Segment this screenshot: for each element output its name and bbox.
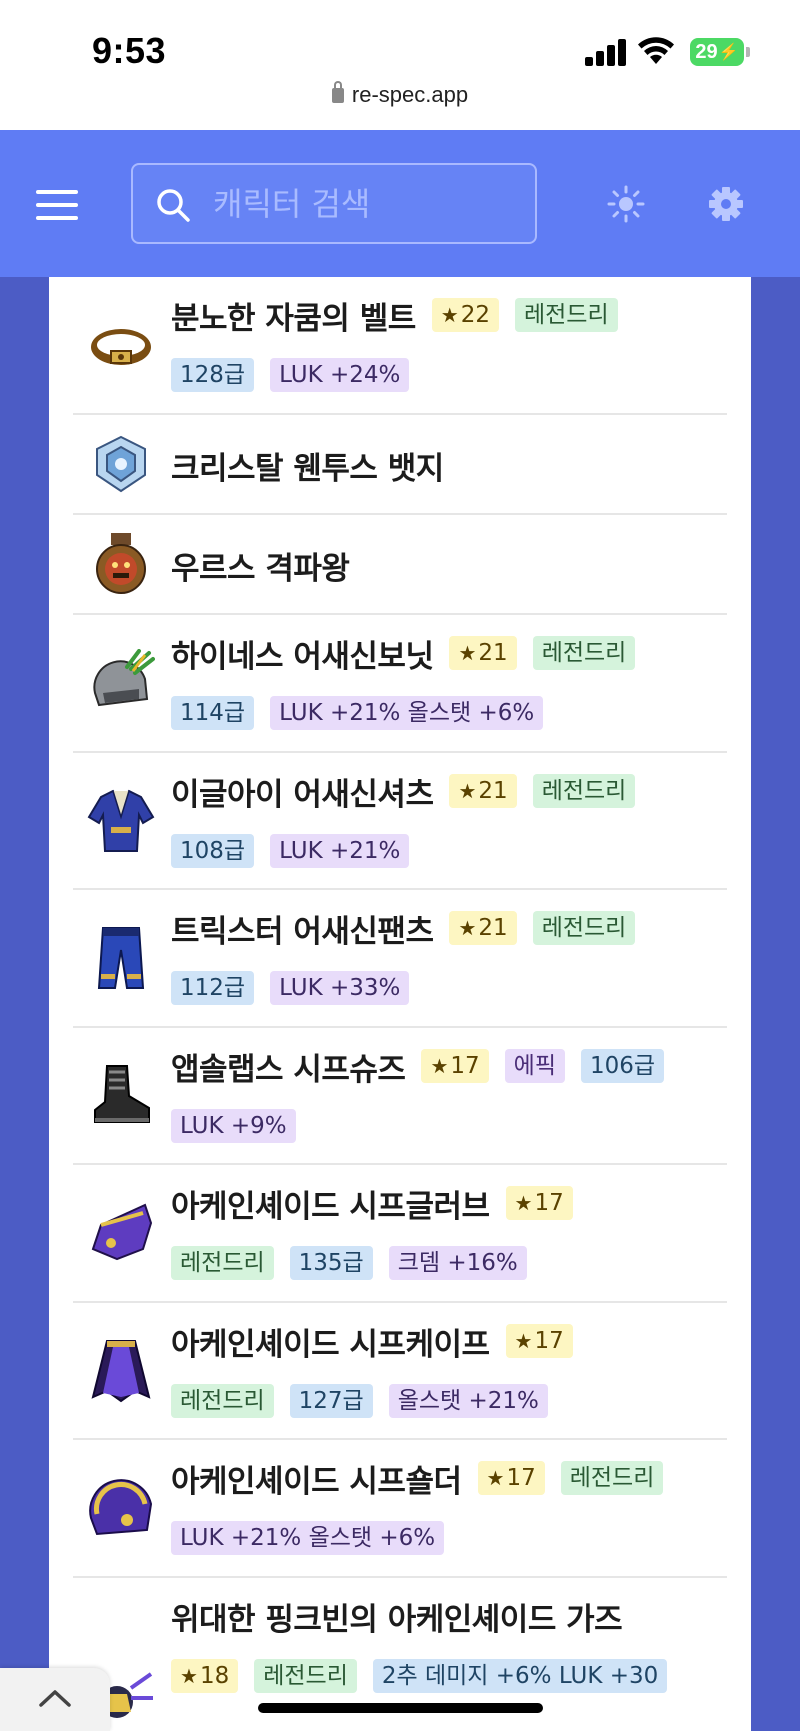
item-name: 우르스 격파왕 — [171, 550, 350, 587]
home-indicator — [258, 1703, 543, 1713]
cellular-signal-icon — [585, 38, 627, 66]
item-name: 앱솔랩스 시프슈즈 — [171, 1051, 406, 1088]
equipment-item[interactable]: 아케인셰이드 시프숄더 ★17 레전드리 LUK +21% 올스탯 +6% — [73, 1440, 727, 1578]
star-force-badge: ★18 — [171, 1659, 239, 1693]
chevron-up-icon — [39, 1690, 71, 1707]
clock: 9:53 — [92, 30, 167, 71]
equipment-item[interactable]: 우르스 격파왕 — [73, 515, 727, 615]
star-force-badge: ★21 — [449, 911, 517, 945]
badge-icon — [96, 435, 146, 493]
stat-badge: 올스탯 +21% — [388, 1384, 548, 1418]
sun-icon[interactable] — [606, 184, 646, 224]
pants-icon — [97, 927, 145, 989]
star-icon: ★ — [430, 1054, 449, 1078]
battery-cap — [746, 47, 750, 57]
stat-badge: 크뎀 +16% — [388, 1246, 527, 1280]
item-name: 크리스탈 웬투스 뱃지 — [171, 450, 444, 487]
level-badge: 128급 — [171, 358, 255, 392]
star-force-badge: ★22 — [431, 298, 499, 332]
search-icon — [157, 189, 190, 222]
status-bar: 9:53 29 ⚡ re-spec.app — [0, 0, 800, 130]
item-name: 아케인셰이드 시프숄더 — [171, 1463, 462, 1500]
additional-potential-badge: 2추 데미지 +6% LUK +30 — [372, 1659, 668, 1693]
potential-grade-badge: 레전드리 — [532, 636, 636, 670]
stat-badge: LUK +9% — [171, 1109, 296, 1143]
item-name: 하이네스 어새신보닛 — [171, 638, 434, 675]
stat-badge: LUK +21% — [270, 834, 410, 868]
helmet-icon — [93, 649, 155, 707]
potential-grade-badge: 레전드리 — [171, 1384, 274, 1418]
level-badge: 108급 — [171, 834, 255, 868]
cape-icon — [91, 1340, 151, 1403]
wifi-icon — [638, 37, 674, 64]
scroll-to-top-button[interactable] — [0, 1668, 110, 1731]
level-badge: 135급 — [289, 1246, 373, 1280]
medal-icon — [96, 533, 146, 594]
item-name: 트릭스터 어새신팬츠 — [171, 913, 434, 950]
star-icon: ★ — [440, 303, 459, 327]
star-force-badge: ★17 — [505, 1186, 573, 1220]
star-icon: ★ — [458, 916, 477, 940]
star-icon: ★ — [458, 641, 477, 665]
star-force-badge: ★17 — [477, 1461, 545, 1495]
shoes-icon — [94, 1065, 150, 1123]
level-badge: 112급 — [171, 971, 255, 1005]
lock-icon — [331, 81, 344, 103]
level-badge: 127급 — [289, 1384, 373, 1418]
character-search-input[interactable] — [213, 179, 523, 229]
menu-button[interactable] — [36, 190, 78, 220]
stat-badge: LUK +21% 올스탯 +6% — [270, 696, 544, 730]
equipment-item[interactable]: 아케인셰이드 시프케이프 ★17 레전드리 127급 올스탯 +21% — [73, 1303, 727, 1440]
equipment-item[interactable]: 하이네스 어새신보닛 ★21 레전드리 114급 LUK +21% 올스탯 +6… — [73, 615, 727, 753]
star-icon: ★ — [514, 1191, 533, 1215]
app-header — [0, 130, 800, 277]
equipment-item[interactable]: 트릭스터 어새신팬츠 ★21 레전드리 112급 LUK +33% — [73, 890, 727, 1028]
potential-grade-badge: 레전드리 — [254, 1659, 357, 1693]
stat-badge: LUK +24% — [270, 358, 410, 392]
potential-grade-badge: 에픽 — [504, 1049, 565, 1083]
belt-icon — [91, 329, 151, 365]
shirt-icon — [87, 789, 155, 852]
equipment-item[interactable]: 아케인셰이드 시프글러브 ★17 레전드리 135급 크뎀 +16% — [73, 1165, 727, 1303]
potential-grade-badge: 레전드리 — [532, 774, 636, 808]
level-badge: 106급 — [581, 1049, 665, 1083]
item-name: 아케인셰이드 시프케이프 — [171, 1326, 490, 1363]
equipment-item[interactable]: 크리스탈 웬투스 뱃지 — [73, 415, 727, 515]
item-name: 이글아이 어새신셔츠 — [171, 776, 434, 813]
shoulder-icon — [89, 1479, 153, 1536]
potential-grade-badge: 레전드리 — [560, 1461, 664, 1495]
equipment-item[interactable]: 앱솔랩스 시프슈즈 ★17 에픽 106급 LUK +9% — [73, 1028, 727, 1165]
star-icon: ★ — [180, 1664, 198, 1688]
potential-grade-badge: 레전드리 — [532, 911, 636, 945]
search-box[interactable] — [131, 163, 537, 244]
equipment-item[interactable]: 분노한 자쿰의 벨트 ★22 레전드리 128급 LUK +24% — [73, 277, 727, 415]
star-force-badge: ★17 — [421, 1049, 489, 1083]
star-force-badge: ★21 — [449, 636, 517, 670]
equipment-item[interactable]: 이글아이 어새신셔츠 ★21 레전드리 108급 LUK +21% — [73, 753, 727, 890]
url-bar[interactable]: re-spec.app — [0, 81, 800, 108]
star-icon: ★ — [458, 779, 477, 803]
level-badge: 114급 — [171, 696, 255, 730]
potential-grade-badge: 레전드리 — [514, 298, 618, 332]
star-icon: ★ — [486, 1466, 505, 1490]
equipment-list: 분노한 자쿰의 벨트 ★22 레전드리 128급 LUK +24% 크리스탈 웬… — [49, 277, 751, 1731]
battery-indicator: 29 ⚡ — [690, 38, 744, 66]
potential-grade-badge: 레전드리 — [171, 1246, 274, 1280]
gear-icon[interactable] — [706, 184, 746, 224]
glove-icon — [91, 1203, 153, 1261]
stat-badge: LUK +21% 올스탯 +6% — [171, 1521, 445, 1555]
item-name: 분노한 자쿰의 벨트 — [171, 300, 416, 337]
star-icon: ★ — [514, 1329, 533, 1353]
url-text: re-spec.app — [351, 82, 469, 107]
item-name: 위대한 핑크빈의 아케인셰이드 가즈 — [171, 1601, 623, 1638]
stat-badge: LUK +33% — [270, 971, 410, 1005]
star-force-badge: ★17 — [505, 1324, 573, 1358]
star-force-badge: ★21 — [449, 774, 517, 808]
item-name: 아케인셰이드 시프글러브 — [171, 1188, 490, 1225]
